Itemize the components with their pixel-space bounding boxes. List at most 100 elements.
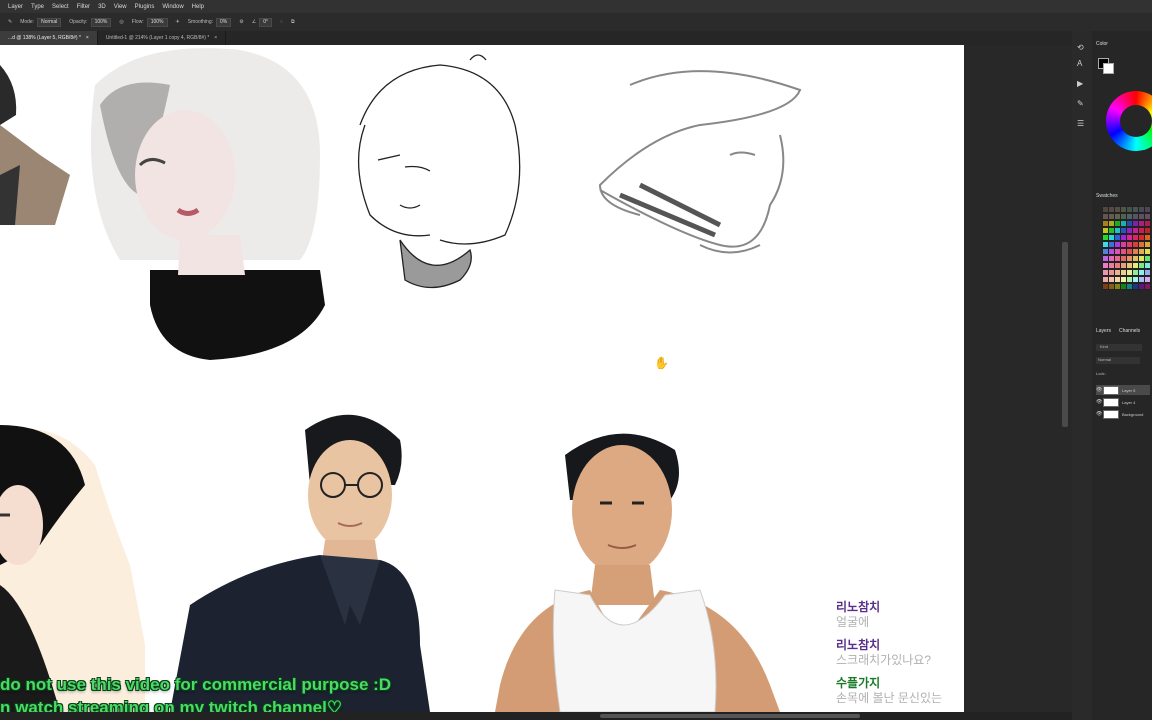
menu-select[interactable]: Select [52, 4, 69, 10]
symmetry-icon[interactable]: ⧉ [291, 19, 295, 25]
swatch[interactable] [1144, 255, 1151, 262]
flow-label: Flow: [131, 19, 144, 25]
close-icon[interactable]: × [86, 35, 89, 41]
kind-label: Kind [1100, 344, 1109, 349]
document-tabs: ...d @ 138% (Layer 5, RGB/8#) * × Untitl… [0, 31, 1072, 45]
opacity-label: Opacity: [69, 19, 88, 25]
swatch[interactable] [1144, 283, 1151, 290]
horizontal-scroll-thumb[interactable] [600, 714, 860, 718]
brush-settings-icon[interactable]: ✎ [1077, 99, 1084, 108]
brush-tool-icon[interactable]: ✎ [8, 19, 12, 25]
layer-row[interactable]: 👁 Layer 5 [1096, 385, 1150, 395]
layer-thumbnail [1103, 397, 1119, 407]
character-icon[interactable]: A [1077, 59, 1082, 68]
mode-select[interactable]: Normal [37, 17, 62, 27]
history-icon[interactable]: ⟲ [1077, 43, 1084, 52]
eye-icon[interactable]: 👁 [1096, 399, 1103, 405]
swatch[interactable] [1144, 276, 1151, 283]
right-panels: Color Swatches Layers Channels Kind Norm… [1092, 31, 1152, 720]
layer-row[interactable]: 👁 Background [1096, 409, 1150, 419]
background-color-swatch[interactable] [1103, 63, 1114, 74]
drawing-canvas[interactable]: ✋ do not use this video for commercial p… [0, 45, 964, 712]
lock-label: Lock: [1096, 371, 1106, 376]
construction-sketch [598, 70, 802, 254]
angle-control[interactable]: ∠ 0° [251, 17, 272, 27]
swatch[interactable] [1144, 248, 1151, 255]
swatch[interactable] [1144, 213, 1151, 220]
chat-user: 수플가지 [836, 676, 881, 690]
layer-name: Layer 4 [1122, 399, 1136, 405]
menu-3d[interactable]: 3D [98, 4, 106, 10]
menu-view[interactable]: View [114, 4, 127, 10]
menu-bar: Layer Type Select Filter 3D View Plugins… [0, 0, 1152, 13]
line-sketch-girl [357, 54, 521, 289]
adjustments-icon[interactable]: ☰ [1077, 119, 1084, 128]
kind-filter[interactable]: Kind [1096, 344, 1142, 351]
tab-document-1[interactable]: ...d @ 138% (Layer 5, RGB/8#) * × [0, 31, 98, 45]
painted-girl-white-hair [90, 48, 325, 360]
tab-label: Untitled-1 @ 214% (Layer 1 copy 4, RGB/8… [105, 35, 210, 41]
watermark-line-2: n watch streaming on my twitch channel♡ [0, 698, 343, 712]
swatch[interactable] [1144, 206, 1151, 213]
opacity-field[interactable]: 100% [90, 17, 112, 27]
swatch-grid[interactable] [1102, 206, 1151, 290]
menu-plugins[interactable]: Plugins [135, 4, 155, 10]
gear-icon[interactable]: ⚙ [239, 19, 243, 25]
tab-label: ...d @ 138% (Layer 5, RGB/8#) * [8, 35, 81, 41]
mode-control[interactable]: Mode: Normal [20, 17, 62, 27]
canvas-area[interactable]: ✋ do not use this video for commercial p… [0, 45, 1072, 712]
channels-tab[interactable]: Channels [1119, 328, 1140, 334]
chat-user: 리노참치 [836, 600, 881, 614]
opacity-control[interactable]: Opacity: 100% [69, 17, 112, 27]
color-panel-title[interactable]: Color [1096, 41, 1108, 47]
smoothing-label: Smoothing: [187, 19, 213, 25]
pressure-size-icon[interactable]: ◌ [280, 19, 283, 25]
close-icon[interactable]: × [214, 35, 217, 41]
angle-icon: ∠ [251, 19, 257, 25]
artwork [0, 48, 802, 712]
flow-field[interactable]: 100% [146, 17, 168, 27]
airbrush-icon[interactable]: ✈ [176, 19, 180, 25]
menu-window[interactable]: Window [162, 4, 183, 10]
swatch[interactable] [1144, 241, 1151, 248]
play-icon[interactable]: ▶ [1077, 79, 1083, 88]
swatch[interactable] [1144, 227, 1151, 234]
sketch-man-partial [0, 65, 70, 225]
swatch[interactable] [1144, 269, 1151, 276]
chat-overlay: 리노참치 얼굴에 리노참치 스크래치가있나요? 수플가지 손목에 볼난 문신있는 [836, 600, 964, 706]
man-in-tank-top [495, 433, 780, 712]
horizontal-scrollbar[interactable] [0, 712, 1072, 720]
chat-message: 얼굴에 [836, 615, 870, 629]
swatch[interactable] [1144, 234, 1151, 241]
blend-mode-value: Normal [1098, 357, 1111, 362]
vertical-scrollbar[interactable] [1062, 242, 1068, 427]
watermark-line-1: do not use this video for commercial pur… [0, 675, 392, 694]
layers-tab[interactable]: Layers [1096, 328, 1111, 334]
layer-thumbnail [1103, 385, 1119, 395]
color-wheel-inner [1120, 105, 1152, 137]
layer-name: Background [1122, 411, 1144, 417]
panel-tool-strip: ⟲ A ▶ ✎ ☰ [1072, 31, 1092, 720]
mode-label: Mode: [20, 19, 35, 25]
eye-icon[interactable]: 👁 [1096, 387, 1103, 393]
girl-with-hood [0, 425, 145, 712]
flow-control[interactable]: Flow: 100% [131, 17, 168, 27]
menu-type[interactable]: Type [31, 4, 44, 10]
angle-field[interactable]: 0° [259, 17, 272, 27]
swatch[interactable] [1144, 262, 1151, 269]
chat-message: 스크래치가있나요? [836, 653, 931, 667]
menu-layer[interactable]: Layer [8, 4, 23, 10]
swatches-panel-title[interactable]: Swatches [1096, 193, 1118, 199]
swatch[interactable] [1144, 220, 1151, 227]
tab-document-2[interactable]: Untitled-1 @ 214% (Layer 1 copy 4, RGB/8… [98, 31, 227, 45]
smoothing-field[interactable]: 0% [216, 17, 232, 27]
blend-mode-select[interactable]: Normal [1096, 357, 1140, 364]
pressure-opacity-icon[interactable]: ◎ [119, 19, 123, 25]
menu-help[interactable]: Help [192, 4, 204, 10]
smoothing-control[interactable]: Smoothing: 0% [187, 17, 232, 27]
eye-icon[interactable]: 👁 [1096, 411, 1103, 417]
menu-filter[interactable]: Filter [77, 4, 90, 10]
layer-row[interactable]: 👁 Layer 4 [1096, 397, 1150, 407]
chat-user: 리노참치 [836, 638, 881, 652]
options-bar: ✎ Mode: Normal Opacity: 100% ◎ Flow: 100… [0, 13, 1152, 31]
